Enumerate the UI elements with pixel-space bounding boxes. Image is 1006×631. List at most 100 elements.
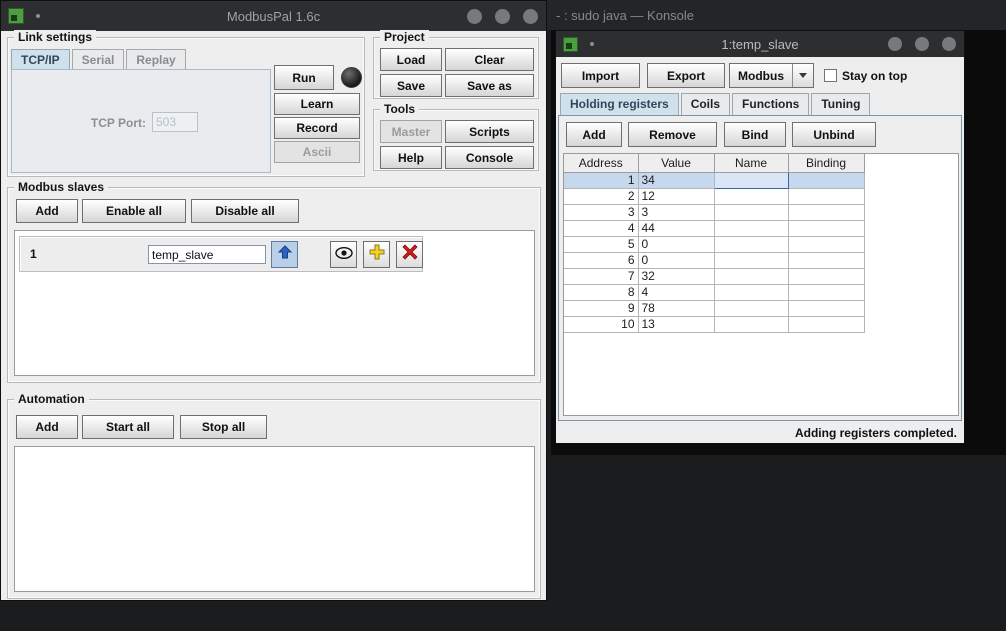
record-button[interactable]: Record (274, 117, 360, 139)
window-close-button[interactable] (942, 37, 956, 51)
cell-value[interactable]: 4 (638, 284, 714, 300)
cell-binding[interactable] (788, 300, 864, 316)
tab-coils[interactable]: Coils (681, 93, 730, 115)
cell-address[interactable]: 2 (564, 188, 638, 204)
modbus-mode-select[interactable]: Modbus (729, 63, 814, 88)
import-button[interactable]: Import (561, 63, 640, 88)
cell-name[interactable] (714, 300, 788, 316)
tab-tuning[interactable]: Tuning (811, 93, 870, 115)
cell-name[interactable] (714, 204, 788, 220)
konsole-titlebar[interactable]: - : sudo java — Konsole (547, 0, 1006, 30)
column-header-address[interactable]: Address (564, 154, 638, 172)
table-row[interactable]: 2 12 (564, 188, 864, 204)
master-button[interactable]: Master (380, 120, 442, 143)
slave-name-input[interactable] (148, 245, 266, 264)
tab-serial[interactable]: Serial (72, 49, 125, 71)
delete-slave-button[interactable] (396, 241, 423, 268)
cell-value[interactable]: 0 (638, 236, 714, 252)
show-slave-button[interactable] (330, 241, 357, 268)
add-slave-button[interactable]: Add (16, 199, 78, 223)
table-row[interactable]: 9 78 (564, 300, 864, 316)
cell-binding[interactable] (788, 236, 864, 252)
table-row[interactable]: 3 3 (564, 204, 864, 220)
open-slave-button[interactable] (271, 241, 298, 268)
cell-value[interactable]: 32 (638, 268, 714, 284)
table-row[interactable]: 1 34 (564, 172, 864, 188)
cell-value[interactable]: 34 (638, 172, 714, 188)
remove-register-button[interactable]: Remove (628, 122, 717, 147)
bind-button[interactable]: Bind (724, 122, 786, 147)
cell-value[interactable]: 44 (638, 220, 714, 236)
tab-functions[interactable]: Functions (732, 93, 809, 115)
table-row[interactable]: 8 4 (564, 284, 864, 300)
run-button[interactable]: Run (274, 65, 334, 90)
cell-name[interactable] (714, 284, 788, 300)
column-header-binding[interactable]: Binding (788, 154, 864, 172)
table-row[interactable]: 7 32 (564, 268, 864, 284)
cell-name[interactable] (714, 236, 788, 252)
save-as-button[interactable]: Save as (445, 74, 534, 97)
clear-button[interactable]: Clear (445, 48, 534, 71)
duplicate-slave-button[interactable] (363, 241, 390, 268)
cell-name[interactable] (714, 220, 788, 236)
cell-binding[interactable] (788, 172, 864, 188)
table-row[interactable]: 6 0 (564, 252, 864, 268)
window-maximize-button[interactable] (495, 9, 510, 24)
learn-button[interactable]: Learn (274, 93, 360, 115)
add-register-button[interactable]: Add (566, 122, 622, 147)
column-header-name[interactable]: Name (714, 154, 788, 172)
console-button[interactable]: Console (445, 146, 534, 169)
cell-binding[interactable] (788, 268, 864, 284)
save-button[interactable]: Save (380, 74, 442, 97)
stop-all-button[interactable]: Stop all (180, 415, 267, 439)
cell-name[interactable] (714, 268, 788, 284)
cell-binding[interactable] (788, 316, 864, 332)
help-button[interactable]: Help (380, 146, 442, 169)
disable-all-button[interactable]: Disable all (191, 199, 299, 223)
tab-holding-registers[interactable]: Holding registers (560, 93, 679, 115)
cell-value[interactable]: 0 (638, 252, 714, 268)
scripts-button[interactable]: Scripts (445, 120, 534, 143)
cell-address[interactable]: 9 (564, 300, 638, 316)
cell-address[interactable]: 5 (564, 236, 638, 252)
cell-name[interactable] (714, 188, 788, 204)
cell-value[interactable]: 78 (638, 300, 714, 316)
enable-all-button[interactable]: Enable all (82, 199, 186, 223)
cell-name[interactable] (714, 316, 788, 332)
cell-address[interactable]: 3 (564, 204, 638, 220)
slave-titlebar[interactable]: 1:temp_slave (556, 31, 964, 57)
cell-value[interactable]: 3 (638, 204, 714, 220)
add-automation-button[interactable]: Add (16, 415, 78, 439)
slave-list-item[interactable]: 1 (19, 236, 423, 272)
export-button[interactable]: Export (647, 63, 725, 88)
window-maximize-button[interactable] (915, 37, 929, 51)
unbind-button[interactable]: Unbind (792, 122, 876, 147)
chevron-down-icon[interactable] (792, 64, 813, 87)
register-table-viewport[interactable]: Address Value Name Binding 1 34 2 (563, 153, 959, 416)
cell-address[interactable]: 10 (564, 316, 638, 332)
cell-binding[interactable] (788, 188, 864, 204)
column-header-value[interactable]: Value (638, 154, 714, 172)
window-minimize-button[interactable] (888, 37, 902, 51)
stay-on-top-checkbox[interactable] (824, 69, 837, 82)
cell-value[interactable]: 12 (638, 188, 714, 204)
tab-tcpip[interactable]: TCP/IP (11, 49, 70, 71)
ascii-button[interactable]: Ascii (274, 141, 360, 163)
table-row[interactable]: 10 13 (564, 316, 864, 332)
tcp-port-input[interactable] (152, 112, 198, 132)
cell-address[interactable]: 1 (564, 172, 638, 188)
cell-binding[interactable] (788, 252, 864, 268)
window-close-button[interactable] (523, 9, 538, 24)
cell-binding[interactable] (788, 204, 864, 220)
table-row[interactable]: 5 0 (564, 236, 864, 252)
load-button[interactable]: Load (380, 48, 442, 71)
cell-address[interactable]: 8 (564, 284, 638, 300)
cell-name[interactable] (714, 252, 788, 268)
cell-value[interactable]: 13 (638, 316, 714, 332)
cell-binding[interactable] (788, 284, 864, 300)
cell-address[interactable]: 6 (564, 252, 638, 268)
tab-replay[interactable]: Replay (126, 49, 185, 71)
modbuspal-titlebar[interactable]: ModbusPal 1.6c (1, 1, 546, 31)
cell-address[interactable]: 7 (564, 268, 638, 284)
cell-address[interactable]: 4 (564, 220, 638, 236)
